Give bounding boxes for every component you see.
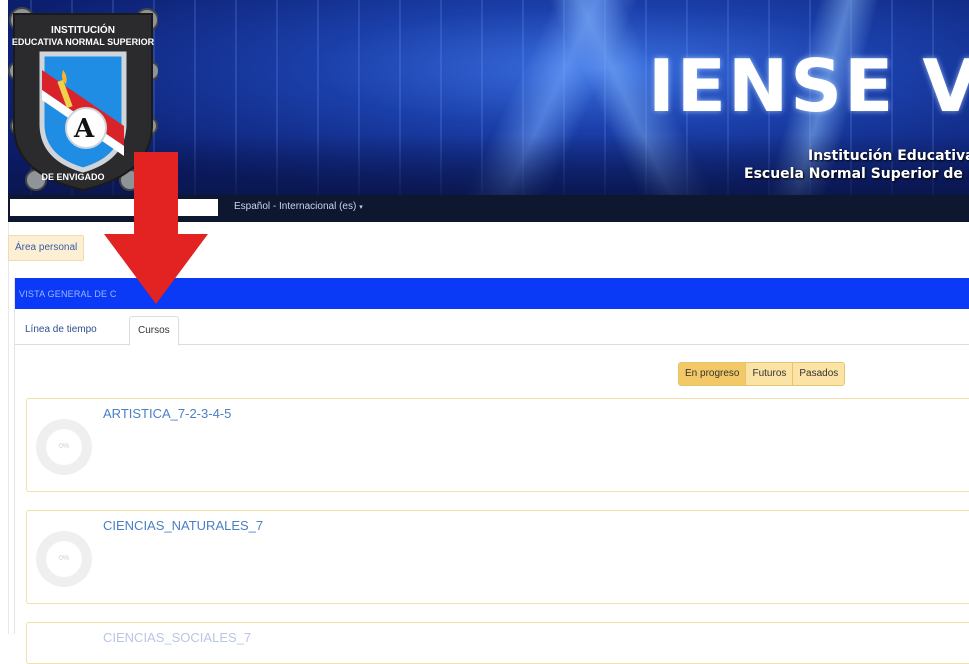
progress-ring: 0% bbox=[36, 419, 92, 475]
filter-past-button[interactable]: Pasados bbox=[793, 363, 845, 385]
breadcrumb-item-dashboard[interactable]: Área personal bbox=[8, 235, 85, 261]
tab-timeline[interactable]: Línea de tiempo bbox=[17, 316, 105, 343]
progress-label: 0% bbox=[46, 541, 82, 577]
course-link[interactable]: CIENCIAS_SOCIALES_7 bbox=[103, 630, 251, 645]
logo-top-text: INSTITUCIÓN bbox=[51, 25, 115, 36]
course-card: CIENCIAS_SOCIALES_7 bbox=[26, 622, 969, 664]
progress-label: 0% bbox=[46, 429, 82, 465]
language-menu-label: Español - Internacional (es) bbox=[234, 201, 357, 212]
language-menu[interactable]: Español - Internacional (es) ▾ bbox=[234, 201, 363, 212]
page-left-border bbox=[0, 222, 9, 634]
red-arrow-annotation-icon bbox=[104, 152, 208, 304]
filter-future-button[interactable]: Futuros bbox=[746, 363, 794, 385]
logo-mid-text: EDUCATIVA NORMAL SUPERIOR bbox=[11, 37, 155, 47]
banner-subtitle-line1: Institución Educativa bbox=[808, 148, 969, 164]
banner-title: IENSE Vi bbox=[648, 44, 969, 128]
logo-letter: A bbox=[74, 114, 95, 144]
filter-in-progress-button[interactable]: En progreso bbox=[679, 363, 747, 385]
course-link[interactable]: CIENCIAS_NATURALES_7 bbox=[103, 518, 263, 533]
chevron-down-icon: ▾ bbox=[359, 204, 363, 211]
tab-courses[interactable]: Cursos bbox=[129, 316, 179, 346]
course-card: 0% ARTISTICA_7-2-3-4-5 bbox=[26, 398, 969, 492]
course-filter-group: En progreso Futuros Pasados bbox=[678, 362, 846, 386]
course-link[interactable]: ARTISTICA_7-2-3-4-5 bbox=[103, 406, 231, 421]
course-overview-block: VISTA GENERAL DE C Línea de tiempo Curso… bbox=[14, 278, 969, 664]
course-card: 0% CIENCIAS_NATURALES_7 bbox=[26, 510, 969, 604]
progress-ring: 0% bbox=[36, 531, 92, 587]
tab-bar: Línea de tiempo Cursos bbox=[15, 309, 969, 346]
banner-subtitle-line2: Escuela Normal Superior de E bbox=[744, 166, 969, 182]
